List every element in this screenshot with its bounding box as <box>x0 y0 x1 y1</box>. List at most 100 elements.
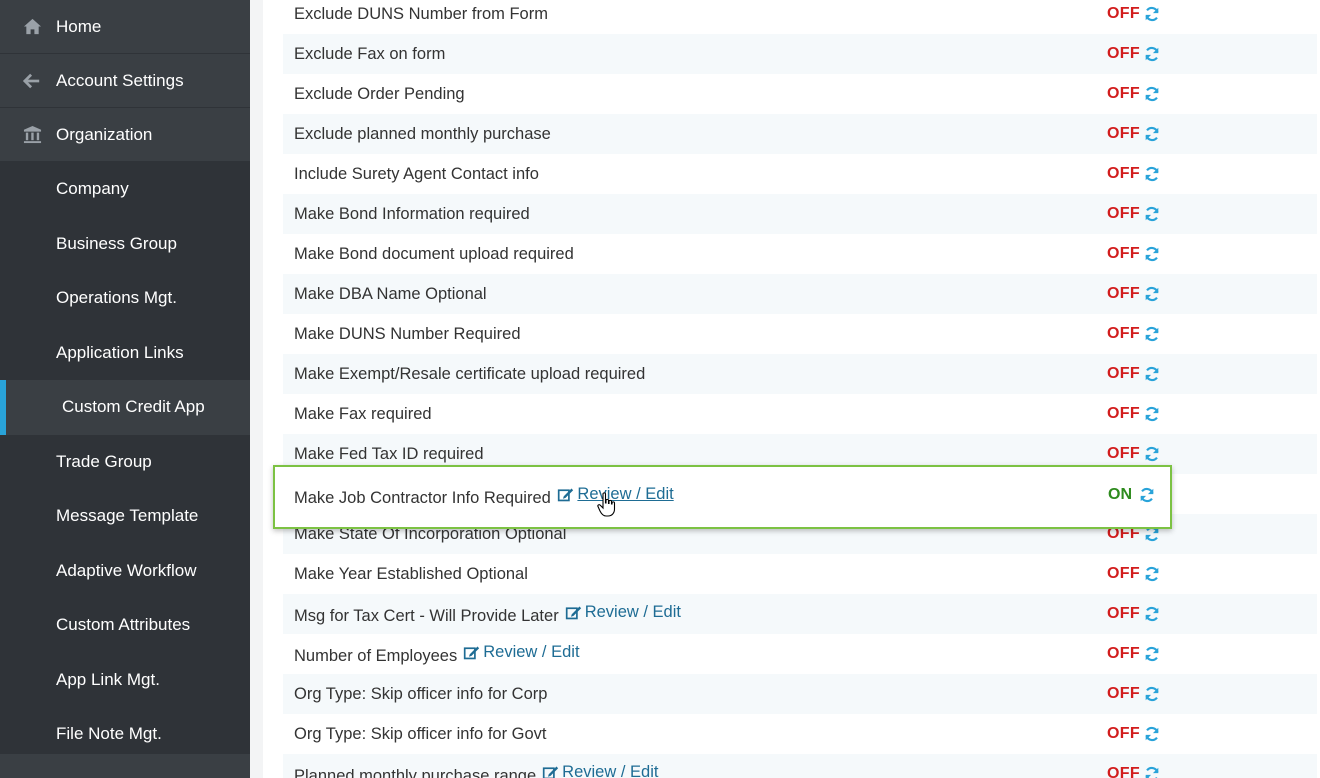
refresh-icon[interactable] <box>1143 725 1161 743</box>
setting-row: Make Bond document upload required OFF <box>283 234 1317 274</box>
status-toggle-value: OFF <box>1107 645 1140 662</box>
status-toggle-value: OFF <box>1107 725 1140 742</box>
sidebar-item-label: Home <box>56 16 102 36</box>
setting-row: Org Type: Skip officer info for Corp OFF <box>283 674 1317 714</box>
refresh-icon[interactable] <box>1143 645 1161 663</box>
refresh-icon[interactable] <box>1143 325 1161 343</box>
setting-row: Include Surety Agent Contact info OFF <box>283 154 1317 194</box>
sidebar-item-label: Account Settings <box>56 70 184 90</box>
refresh-icon[interactable] <box>1138 486 1156 504</box>
refresh-icon[interactable] <box>1143 565 1161 583</box>
refresh-icon[interactable] <box>1143 45 1161 63</box>
review-edit-link[interactable]: Review / Edit <box>463 643 580 662</box>
edit-icon <box>463 644 480 661</box>
setting-row: Make Fax required OFF <box>283 394 1317 434</box>
setting-label: Make Exempt/Resale certificate upload re… <box>294 364 646 383</box>
sidebar-item-business-group[interactable]: Business Group <box>0 217 250 272</box>
setting-row: Exclude Fax on form OFF <box>283 34 1317 74</box>
sidebar-item-label: Application Links <box>56 342 184 362</box>
sidebar-item-label: Company <box>56 179 129 199</box>
setting-label: Exclude DUNS Number from Form <box>294 4 548 23</box>
status-toggle-value: OFF <box>1107 365 1140 382</box>
status-toggle-value: OFF <box>1107 165 1140 182</box>
edit-icon <box>565 604 582 621</box>
sidebar-item-label: Adaptive Workflow <box>56 560 197 580</box>
setting-row: Msg for Tax Cert - Will Provide Later Rev… <box>283 594 1317 634</box>
setting-row: Exclude Order Pending OFF <box>283 74 1317 114</box>
status-toggle-value: OFF <box>1107 405 1140 422</box>
status-toggle-value: OFF <box>1107 325 1140 342</box>
status-toggle-value: ON <box>1108 486 1132 503</box>
sidebar-item-label: Operations Mgt. <box>56 288 177 308</box>
sidebar-item-label: Custom Credit App <box>62 397 205 417</box>
sidebar-item-label: File Note Mgt. <box>56 724 162 744</box>
setting-label: Make Bond document upload required <box>294 244 574 263</box>
refresh-icon[interactable] <box>1143 765 1161 778</box>
setting-row: Org Type: Skip officer info for Govt OFF <box>283 714 1317 754</box>
refresh-icon[interactable] <box>1143 125 1161 143</box>
setting-row: Planned monthly purchase range Review / E… <box>283 754 1317 778</box>
sidebar-sub-nav: Company Business Group Operations Mgt. Appl… <box>0 162 250 762</box>
setting-row: Make Year Established Optional OFF <box>283 554 1317 594</box>
sidebar-item-custom-attributes[interactable]: Custom Attributes <box>0 598 250 653</box>
setting-label: Make Year Established Optional <box>294 564 528 583</box>
setting-row: Make DUNS Number Required OFF <box>283 314 1317 354</box>
sidebar-item-company[interactable]: Company <box>0 162 250 217</box>
sidebar-item-adaptive-workflow[interactable]: Adaptive Workflow <box>0 544 250 599</box>
refresh-icon[interactable] <box>1143 5 1161 23</box>
sidebar-item-label: Organization <box>56 124 153 144</box>
sidebar-item-label: App Link Mgt. <box>56 669 160 689</box>
sidebar-item-home[interactable]: Home <box>0 0 250 54</box>
hand-cursor-icon <box>597 492 616 517</box>
setting-row: Make DBA Name Optional OFF <box>283 274 1317 314</box>
sidebar-item-label: Business Group <box>56 233 177 253</box>
review-edit-link[interactable]: Review / Edit <box>565 603 681 622</box>
settings-panel: Exclude DUNS Number from Form OFF Exclude … <box>263 0 1320 778</box>
sidebar-item-app-link-mgt[interactable]: App Link Mgt. <box>0 653 250 708</box>
setting-row: Exclude planned monthly purchase OFF <box>283 114 1317 154</box>
review-edit-link[interactable]: Review / Edit <box>542 763 658 778</box>
setting-label: Number of Employees <box>294 646 458 665</box>
setting-label: Make Bond Information required <box>294 204 530 223</box>
refresh-icon[interactable] <box>1143 285 1161 303</box>
sidebar-item-custom-credit-app[interactable]: Custom Credit App <box>0 380 250 435</box>
setting-row: Make Bond Information required OFF <box>283 194 1317 234</box>
refresh-icon[interactable] <box>1143 405 1161 423</box>
setting-label: Include Surety Agent Contact info <box>294 164 539 183</box>
status-toggle-value: OFF <box>1107 45 1140 62</box>
setting-label: Make DBA Name Optional <box>294 284 487 303</box>
main-content: Exclude DUNS Number from Form OFF Exclude … <box>250 0 1320 778</box>
setting-label: Exclude Order Pending <box>294 84 465 103</box>
sidebar-item-organization[interactable]: Organization <box>0 108 250 162</box>
refresh-icon[interactable] <box>1143 365 1161 383</box>
sidebar-item-message-template[interactable]: Message Template <box>0 489 250 544</box>
setting-label: Org Type: Skip officer info for Govt <box>294 724 547 743</box>
status-toggle-value: OFF <box>1107 5 1140 22</box>
sidebar: Home Account Settings Organization Company… <box>0 0 250 778</box>
status-toggle-value: OFF <box>1107 245 1140 262</box>
refresh-icon[interactable] <box>1143 165 1161 183</box>
setting-label: Make Fax required <box>294 404 432 423</box>
setting-row: Make Exempt/Resale certificate upload re… <box>283 354 1317 394</box>
setting-label: Exclude Fax on form <box>294 44 446 63</box>
refresh-icon[interactable] <box>1143 205 1161 223</box>
highlighted-setting-row[interactable]: Make Job Contractor Info Required Review… <box>273 465 1172 529</box>
status-toggle-value: OFF <box>1107 765 1140 778</box>
sidebar-item-application-links[interactable]: Application Links <box>0 326 250 381</box>
status-toggle-value: OFF <box>1107 605 1140 622</box>
sidebar-item-label: Custom Attributes <box>56 615 191 635</box>
edit-icon <box>542 764 559 778</box>
setting-row: Number of Employees Review / Edit OFF <box>283 634 1317 674</box>
refresh-icon[interactable] <box>1143 685 1161 703</box>
settings-list: Exclude DUNS Number from Form OFF Exclude … <box>283 0 1317 778</box>
status-toggle-value: OFF <box>1107 565 1140 582</box>
sidebar-item-account-settings[interactable]: Account Settings <box>0 54 250 108</box>
sidebar-item-operations-mgt[interactable]: Operations Mgt. <box>0 271 250 326</box>
refresh-icon[interactable] <box>1143 445 1161 463</box>
refresh-icon[interactable] <box>1143 85 1161 103</box>
setting-label: Make DUNS Number Required <box>294 324 521 343</box>
sidebar-top-nav: Home Account Settings Organization <box>0 0 250 162</box>
sidebar-item-trade-group[interactable]: Trade Group <box>0 435 250 490</box>
refresh-icon[interactable] <box>1143 605 1161 623</box>
refresh-icon[interactable] <box>1143 245 1161 263</box>
